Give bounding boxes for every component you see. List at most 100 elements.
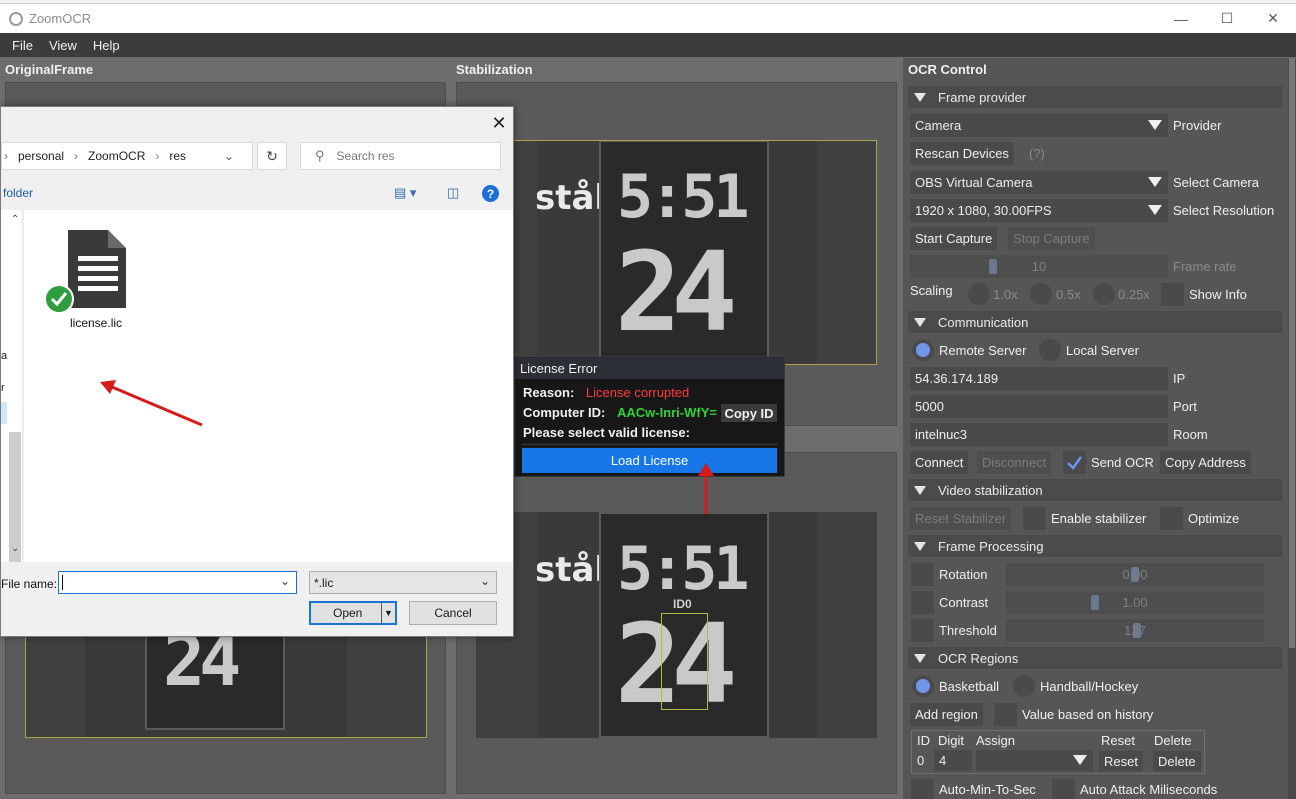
nav-item-r[interactable]: r bbox=[1, 382, 5, 394]
camera-label: Select Camera bbox=[1173, 175, 1259, 190]
frame-processing-section[interactable]: Frame Processing bbox=[908, 535, 1282, 557]
copy-id-button[interactable]: Copy ID bbox=[721, 404, 777, 422]
help-icon[interactable]: ? bbox=[482, 185, 499, 202]
new-folder-button[interactable]: folder bbox=[3, 186, 33, 200]
license-error-dialog: License Error Reason: License corrupted … bbox=[514, 356, 785, 477]
nav-item-a[interactable]: a bbox=[1, 350, 7, 362]
row-delete-button[interactable]: Delete bbox=[1153, 751, 1201, 771]
auto-min-checkbox[interactable] bbox=[911, 779, 934, 799]
local-server-radio[interactable] bbox=[1039, 339, 1061, 361]
file-list[interactable]: license.lic bbox=[24, 210, 513, 562]
nav-selected-item[interactable] bbox=[1, 402, 7, 424]
contrast-slider[interactable]: 1.00 bbox=[1006, 591, 1264, 614]
ocr-regions-section[interactable]: OCR Regions bbox=[908, 647, 1282, 669]
scale-05x-radio[interactable] bbox=[1030, 283, 1052, 305]
col-reset: Reset bbox=[1101, 733, 1135, 748]
close-window-icon[interactable]: ✕ bbox=[1250, 4, 1296, 33]
maximize-icon[interactable]: ☐ bbox=[1204, 4, 1250, 33]
resolution-select[interactable]: 1920 x 1080, 30.00FPS bbox=[910, 199, 1168, 222]
scroll-up-icon: ⌃ bbox=[11, 214, 20, 225]
view-options-icon[interactable]: ▤ ▾ bbox=[394, 185, 416, 201]
breadcrumb-res[interactable]: res bbox=[169, 149, 186, 163]
scale-025x-radio[interactable] bbox=[1093, 283, 1115, 305]
basketball-label: Basketball bbox=[939, 679, 999, 694]
scaling-label: Scaling bbox=[910, 283, 953, 298]
history-checkbox[interactable] bbox=[994, 703, 1017, 726]
search-input[interactable]: ⚲ Search res bbox=[300, 142, 501, 170]
remote-server-radio[interactable] bbox=[912, 339, 934, 361]
original-crop-box bbox=[25, 620, 427, 738]
basketball-radio[interactable] bbox=[912, 675, 934, 697]
chevron-down-icon: ⌄ bbox=[223, 149, 234, 163]
rotation-label: Rotation bbox=[939, 567, 988, 582]
breadcrumb-personal[interactable]: personal bbox=[18, 149, 64, 163]
filetype-select[interactable]: *.lic ⌄ bbox=[309, 571, 497, 594]
menu-file[interactable]: File bbox=[4, 38, 41, 53]
enable-stabilizer-checkbox[interactable] bbox=[1023, 507, 1046, 530]
send-ocr-checkbox[interactable] bbox=[1063, 451, 1086, 474]
file-name: license.lic bbox=[70, 316, 123, 330]
handball-label: Handball/Hockey bbox=[1040, 679, 1139, 694]
provider-select[interactable]: Camera bbox=[910, 114, 1168, 137]
filename-input[interactable]: ⌄ bbox=[58, 571, 297, 594]
help-tooltip[interactable]: (?) bbox=[1029, 142, 1045, 165]
row-digit-input[interactable]: 4 bbox=[934, 750, 972, 771]
refresh-icon[interactable]: ↻ bbox=[257, 142, 287, 170]
add-region-button[interactable]: Add region bbox=[910, 703, 983, 726]
threshold-label: Threshold bbox=[939, 623, 997, 638]
minimize-icon[interactable]: — bbox=[1158, 4, 1204, 33]
disconnect-button[interactable]: Disconnect bbox=[977, 451, 1052, 474]
annotation-arrow bbox=[100, 380, 203, 427]
menu-view[interactable]: View bbox=[41, 38, 85, 53]
file-item[interactable]: license.lic bbox=[44, 224, 140, 334]
open-button[interactable]: Open ▼ bbox=[309, 601, 397, 625]
cancel-button[interactable]: Cancel bbox=[409, 601, 497, 625]
optimize-checkbox[interactable] bbox=[1160, 507, 1183, 530]
port-input[interactable]: 5000 bbox=[910, 395, 1168, 418]
handball-radio[interactable] bbox=[1013, 675, 1035, 697]
communication-section[interactable]: Communication bbox=[908, 311, 1282, 333]
scrollbar-thumb[interactable] bbox=[1289, 58, 1295, 648]
frame-rate-slider[interactable]: 10 bbox=[910, 255, 1168, 278]
camera-select[interactable]: OBS Virtual Camera bbox=[910, 171, 1168, 194]
col-digit: Digit bbox=[938, 733, 965, 748]
scale-1x-radio[interactable] bbox=[968, 283, 990, 305]
original-frame-view: 24 bbox=[25, 620, 427, 738]
frame-provider-section[interactable]: Frame provider bbox=[908, 86, 1282, 108]
menu-help[interactable]: Help bbox=[85, 38, 128, 53]
rescan-devices-button[interactable]: Rescan Devices bbox=[910, 142, 1014, 165]
address-bar[interactable]: › personal › ZoomOCR › res ⌄ bbox=[1, 142, 253, 170]
copy-address-button[interactable]: Copy Address bbox=[1160, 451, 1251, 474]
game-clock-bottom: 5:51 bbox=[617, 534, 749, 604]
rotation-checkbox[interactable] bbox=[911, 563, 934, 586]
threshold-checkbox[interactable] bbox=[911, 619, 934, 642]
room-input[interactable]: intelnuc3 bbox=[910, 423, 1168, 446]
video-stabilization-section[interactable]: Video stabilization bbox=[908, 479, 1282, 501]
port-label: Port bbox=[1173, 399, 1197, 414]
stop-capture-button[interactable]: Stop Capture bbox=[1008, 227, 1095, 250]
ocr-scrollbar[interactable] bbox=[1288, 58, 1296, 799]
ocr-region-box[interactable] bbox=[661, 613, 708, 710]
navigation-pane[interactable]: ⌃ a r ⌄ bbox=[1, 210, 23, 610]
preview-pane-icon[interactable]: ◫ bbox=[447, 185, 459, 201]
auto-attack-checkbox[interactable] bbox=[1052, 779, 1075, 799]
connect-button[interactable]: Connect bbox=[910, 451, 969, 474]
sponsor-text-bottom: stål bbox=[537, 550, 607, 590]
send-ocr-label: Send OCR bbox=[1091, 455, 1154, 470]
breadcrumb-zoomocr[interactable]: ZoomOCR bbox=[88, 149, 145, 163]
rotation-slider[interactable]: 0.00 bbox=[1006, 563, 1264, 586]
reset-stabilizer-button[interactable]: Reset Stabilizer bbox=[910, 507, 1012, 530]
row-assign-select[interactable] bbox=[976, 750, 1093, 771]
contrast-checkbox[interactable] bbox=[911, 591, 934, 614]
start-capture-button[interactable]: Start Capture bbox=[910, 227, 998, 250]
close-icon[interactable]: ✕ bbox=[487, 111, 511, 135]
row-reset-button[interactable]: Reset bbox=[1099, 751, 1143, 771]
col-delete: Delete bbox=[1154, 733, 1192, 748]
load-license-button[interactable]: Load License bbox=[522, 448, 777, 473]
text-cursor bbox=[62, 575, 63, 590]
col-id: ID bbox=[917, 733, 930, 748]
local-server-label: Local Server bbox=[1066, 343, 1139, 358]
threshold-slider[interactable]: 127 bbox=[1006, 619, 1264, 642]
show-info-checkbox[interactable] bbox=[1161, 283, 1184, 306]
ip-input[interactable]: 54.36.174.189 bbox=[910, 367, 1168, 390]
